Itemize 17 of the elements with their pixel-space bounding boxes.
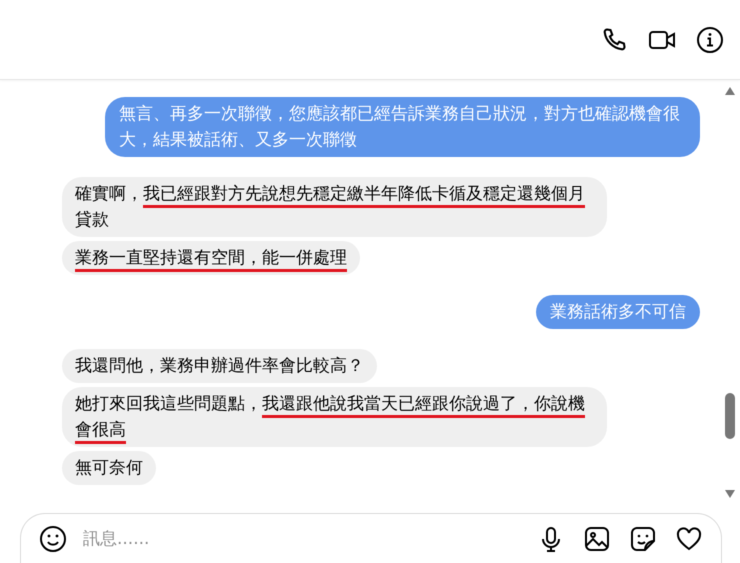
message-bubble: 無可奈何 — [62, 451, 156, 485]
message-bubble: 確實啊，我已經跟對方先說想先穩定繳半年降低卡循及穩定還幾個月 貸款 — [62, 177, 607, 237]
scroll-down-arrow-icon[interactable] — [724, 489, 736, 499]
scroll-up-arrow-icon[interactable] — [724, 86, 736, 96]
heart-icon[interactable] — [675, 524, 703, 552]
message-field[interactable]: 訊息...... — [20, 513, 722, 563]
message-bubble: 我還問他，業務申辦過件率會比較高？ — [62, 349, 377, 383]
info-icon[interactable] — [696, 26, 724, 54]
scrollbar-thumb[interactable] — [725, 393, 735, 439]
message-bubble: 無言、再多一次聯徵，您應該都已經告訴業務自己狀況，對方也確認機會很大，結果被話術、又多一次聯徵 — [105, 97, 700, 157]
image-icon[interactable] — [583, 524, 611, 552]
message-bubble: 業務話術多不可信 — [536, 295, 700, 329]
message-bubble: 她打來回我這些問題點，我還跟他說我當天已經跟你說過了，你說機會很高 — [62, 387, 607, 447]
message-input[interactable]: 訊息...... — [81, 528, 523, 550]
message-bubble: 業務一直堅持還有空間，能一併處理 — [62, 241, 360, 275]
sticker-icon[interactable] — [629, 524, 657, 552]
emoji-icon[interactable] — [39, 524, 67, 552]
